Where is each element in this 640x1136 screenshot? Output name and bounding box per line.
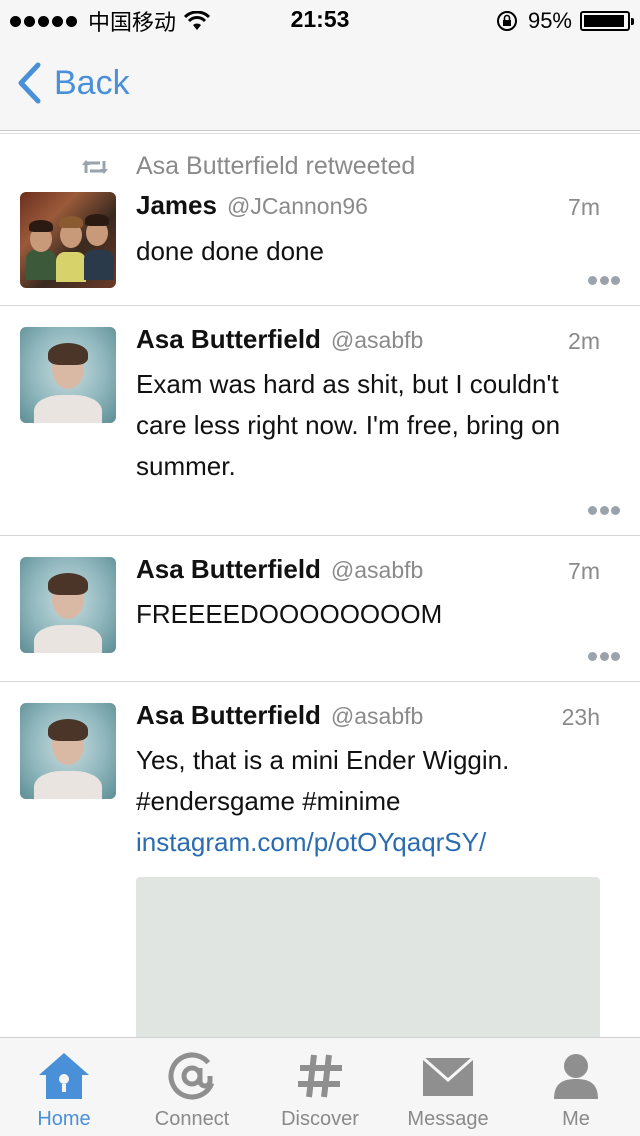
tweet-item[interactable]: Asa Butterfield @asabfb 7m FREEEEDOOOOOO… (0, 536, 640, 682)
tweet-item[interactable]: Asa Butterfield retweeted James @JCannon… (0, 134, 640, 306)
avatar[interactable] (20, 192, 116, 288)
more-options-button[interactable] (588, 506, 620, 516)
tab-label: Connect (154, 1108, 230, 1130)
user-handle[interactable]: @JCannon96 (227, 193, 368, 220)
tweet-header: James @JCannon96 7m (136, 190, 600, 221)
hashtag-icon (292, 1050, 348, 1102)
tab-connect[interactable]: Connect (128, 1038, 256, 1136)
tweet-item[interactable]: Asa Butterfield @asabfb 23h Yes, that is… (0, 682, 640, 1037)
avatar[interactable] (20, 703, 116, 799)
more-options-button[interactable] (588, 276, 620, 286)
navigation-bar: Back (0, 40, 640, 131)
user-handle[interactable]: @asabfb (331, 557, 423, 584)
home-icon (36, 1050, 92, 1102)
user-name[interactable]: Asa Butterfield (136, 554, 321, 585)
tab-label: Discover (281, 1108, 359, 1130)
back-label: Back (54, 63, 130, 102)
tweet-text: Yes, that is a mini Ender Wiggin. #ender… (136, 740, 610, 863)
tweet-header: Asa Butterfield @asabfb 23h (136, 700, 600, 731)
rotation-lock-icon (496, 11, 517, 31)
tab-label: Home (37, 1108, 91, 1130)
tab-home[interactable]: Home (0, 1038, 128, 1136)
tweet-item[interactable]: Asa Butterfield @asabfb 2m Exam was hard… (0, 306, 640, 536)
tweet-header: Asa Butterfield @asabfb 7m (136, 554, 600, 585)
tab-bar: Home Connect Discover Message Me (0, 1037, 640, 1136)
more-options-button[interactable] (588, 652, 620, 662)
tweet-timeline[interactable]: Asa Butterfield retweeted James @JCannon… (0, 134, 640, 1037)
media-preview[interactable] (136, 877, 600, 1037)
back-button[interactable]: Back (16, 62, 130, 104)
user-name[interactable]: James (136, 190, 217, 221)
retweet-label: Asa Butterfield retweeted (136, 152, 416, 180)
tweet-time: 2m (568, 328, 600, 354)
user-name[interactable]: Asa Butterfield (136, 324, 321, 355)
tweet-time: 7m (568, 194, 600, 220)
battery-icon (580, 11, 634, 31)
tab-message[interactable]: Message (384, 1038, 512, 1136)
tweet-link[interactable]: instagram.com/p/otOYqaqrSY/ (136, 827, 486, 857)
tweet-time: 7m (568, 558, 600, 584)
tab-me[interactable]: Me (512, 1038, 640, 1136)
retweet-icon (82, 159, 108, 174)
envelope-icon (420, 1050, 476, 1102)
user-name[interactable]: Asa Butterfield (136, 700, 321, 731)
status-bar: 中国移动 21:53 95% (0, 0, 640, 40)
battery-info: 95% (496, 6, 634, 36)
at-icon (164, 1050, 220, 1102)
person-icon (548, 1050, 604, 1102)
tab-label: Me (562, 1108, 590, 1130)
avatar[interactable] (20, 557, 116, 653)
avatar[interactable] (20, 327, 116, 423)
tab-label: Message (407, 1108, 489, 1130)
user-handle[interactable]: @asabfb (331, 327, 423, 354)
user-handle[interactable]: @asabfb (331, 703, 423, 730)
tweet-time: 23h (561, 704, 600, 730)
tweet-text: Exam was hard as shit, but I couldn't ca… (136, 369, 561, 481)
tweet-text: done done done (136, 236, 324, 266)
battery-percent: 95% (527, 8, 572, 33)
tweet-text: FREEEEDOOOOOOOOM (136, 599, 443, 629)
chevron-left-icon (18, 62, 41, 104)
retweet-indicator: Asa Butterfield retweeted (80, 152, 415, 181)
tweet-body: Yes, that is a mini Ender Wiggin. #ender… (136, 745, 510, 816)
tab-discover[interactable]: Discover (256, 1038, 384, 1136)
tweet-header: Asa Butterfield @asabfb 2m (136, 324, 600, 355)
